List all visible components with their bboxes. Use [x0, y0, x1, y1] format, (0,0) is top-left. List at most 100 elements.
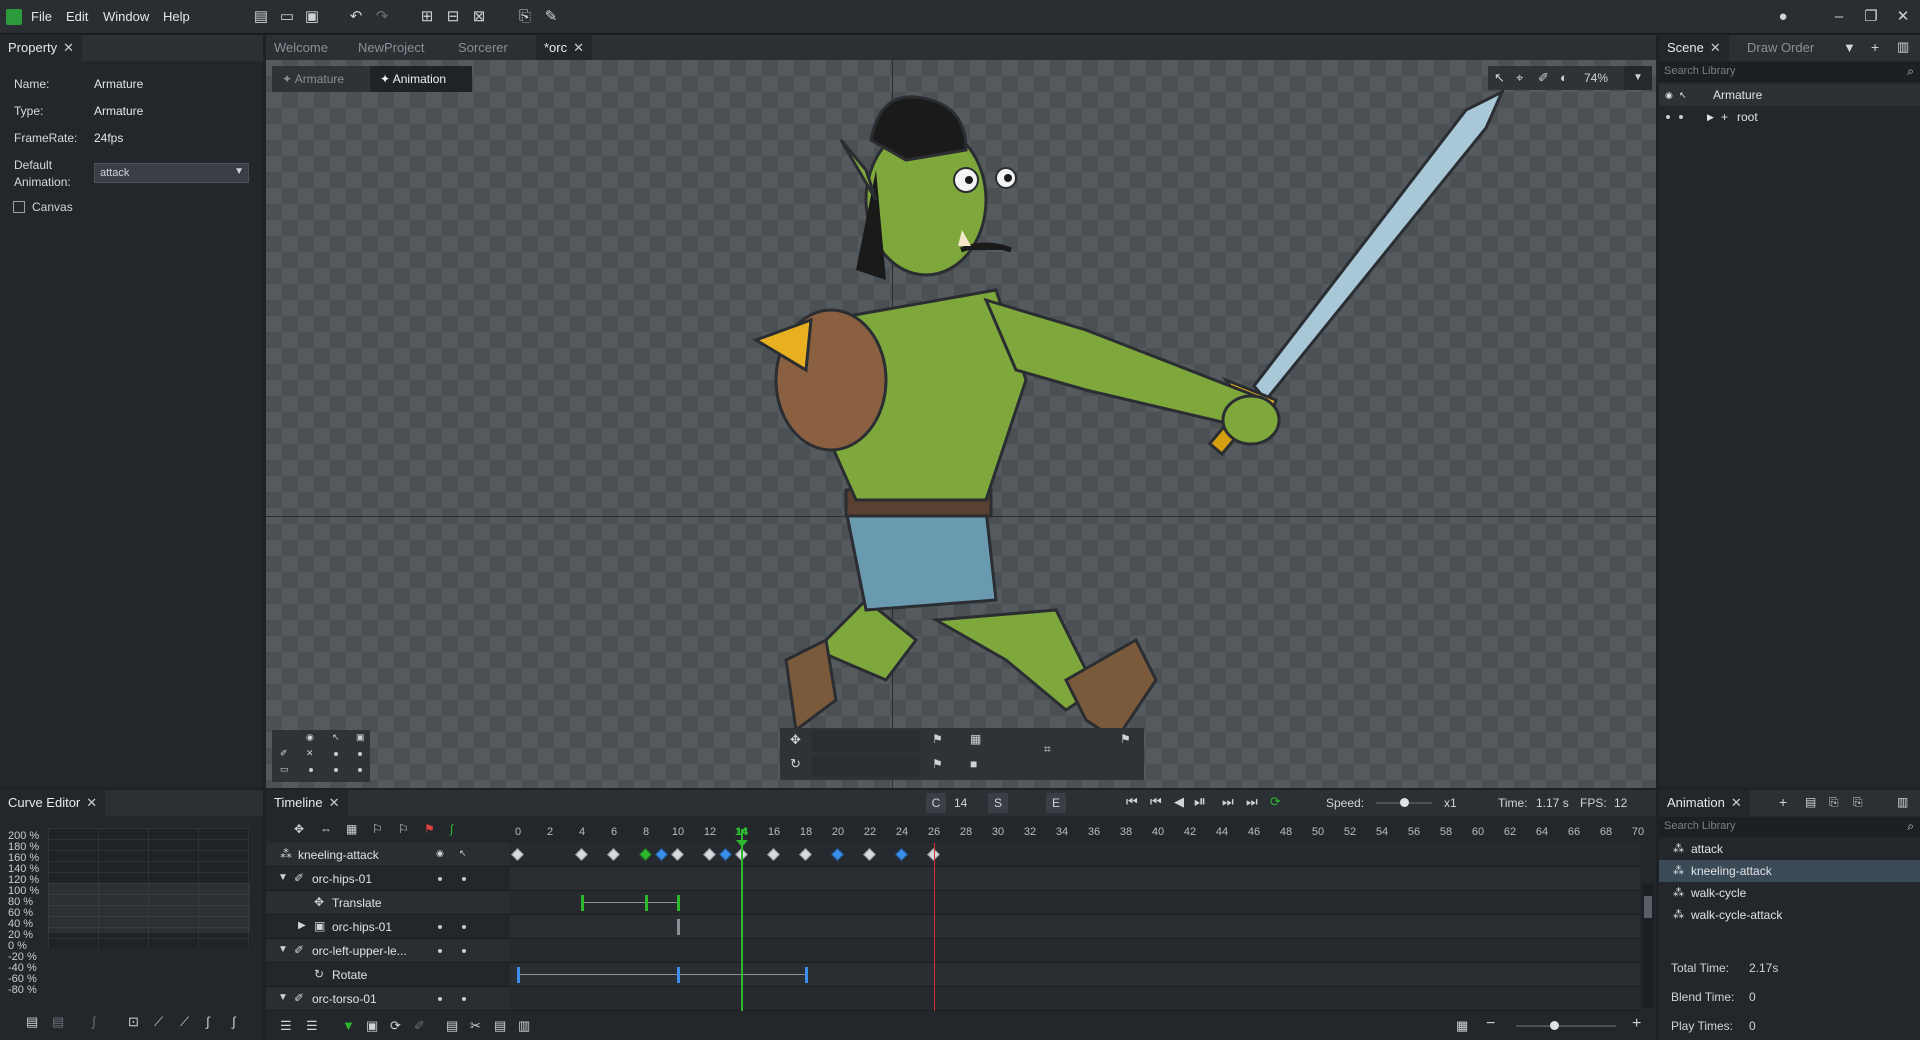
- tree-item-root[interactable]: ▶ + root: [1659, 106, 1920, 128]
- move-icon[interactable]: ✥: [790, 732, 801, 748]
- stage-viewport[interactable]: ✦ Armature ✦ Animation ↖ ⌖ ✐ ◐ 74% ▼ ◉ ↖…: [266, 60, 1656, 788]
- animation-list-item[interactable]: ⁂ walk-cycle: [1659, 882, 1920, 904]
- track-header[interactable]: ↻ Rotate: [266, 963, 510, 987]
- paste-curve-icon[interactable]: ▤: [52, 1014, 64, 1030]
- lock-icon[interactable]: ▣: [366, 1018, 378, 1034]
- ruler-icon[interactable]: ▦: [1456, 1018, 1468, 1034]
- toggle-dot[interactable]: [1666, 115, 1670, 119]
- canvas-checkbox[interactable]: [13, 201, 25, 213]
- toggle-dot[interactable]: [438, 949, 442, 953]
- next-key-icon[interactable]: ⚐: [398, 822, 409, 836]
- trash-icon[interactable]: ▥: [518, 1018, 530, 1034]
- toggle-dot[interactable]: [462, 925, 466, 929]
- animation-list-item[interactable]: ⁂ attack: [1659, 838, 1920, 860]
- animation-mode-button[interactable]: ✦ Animation: [370, 66, 472, 92]
- loop-icon[interactable]: ⟳: [1270, 794, 1281, 810]
- export-animation-icon[interactable]: ⎘: [1853, 795, 1863, 810]
- rotate-icon[interactable]: ↻: [790, 756, 801, 772]
- close-icon[interactable]: ✕: [329, 795, 340, 810]
- bone-tool-icon[interactable]: ✐: [414, 1018, 425, 1034]
- first-frame-icon[interactable]: ⏮: [1126, 794, 1138, 810]
- expand-arrow-icon[interactable]: ▼: [278, 944, 288, 955]
- playhead-line[interactable]: [741, 829, 743, 1011]
- cursor-icon[interactable]: ↖: [459, 848, 467, 859]
- speed-slider-knob[interactable]: [1400, 798, 1409, 807]
- delete-key-icon[interactable]: ⚑: [424, 822, 435, 836]
- keyframe-marker[interactable]: [805, 967, 808, 983]
- ease-in-out-icon[interactable]: ∫: [206, 1014, 210, 1029]
- ease-in-icon[interactable]: ⟋: [154, 1014, 163, 1030]
- last-frame-icon[interactable]: ⏭: [1246, 794, 1258, 810]
- save-icon[interactable]: ▣: [303, 8, 321, 26]
- toggle-dot[interactable]: [438, 925, 442, 929]
- track-header[interactable]: ▼ ✐ orc-left-upper-le...: [266, 939, 510, 963]
- toggle-dot[interactable]: [462, 949, 466, 953]
- duplicate-animation-icon[interactable]: ▤: [1805, 795, 1816, 809]
- expand-arrow-icon[interactable]: ▶: [1707, 106, 1714, 128]
- cut-icon[interactable]: ✂: [470, 1018, 481, 1034]
- scene-search-input[interactable]: Search Library ⌕: [1659, 62, 1920, 82]
- end-marker-line[interactable]: [934, 843, 935, 1011]
- zoom-fit-icon[interactable]: ⇔: [320, 822, 332, 836]
- keyframe-marker[interactable]: [645, 895, 648, 911]
- expand-arrow-icon[interactable]: ▶: [298, 920, 306, 931]
- prev-keyframe-icon[interactable]: ⏮: [1150, 794, 1162, 810]
- close-icon[interactable]: ✕: [86, 795, 97, 810]
- tab-animation[interactable]: Animation ✕: [1659, 790, 1750, 816]
- start-frame-s-button[interactable]: S: [988, 793, 1008, 813]
- scale-lock-icon[interactable]: ⌗: [1044, 742, 1051, 757]
- close-icon[interactable]: ✕: [1731, 795, 1742, 810]
- sync-icon[interactable]: ⟳: [390, 1018, 401, 1034]
- close-window-icon[interactable]: ✕: [1894, 8, 1912, 26]
- tab-timeline[interactable]: Timeline ✕: [266, 790, 348, 816]
- animation-list-item[interactable]: ⁂ kneeling-attack: [1659, 860, 1920, 882]
- import-folder-icon[interactable]: ⊟: [444, 8, 462, 26]
- close-icon[interactable]: ✕: [573, 40, 584, 55]
- track-header[interactable]: ▶ ▣ orc-hips-01: [266, 915, 510, 939]
- new-file-icon[interactable]: ▤: [252, 8, 270, 26]
- blend-time-value[interactable]: 0: [1749, 990, 1756, 1004]
- publish-icon[interactable]: ⎘: [516, 8, 534, 26]
- flag-icon[interactable]: ⚑: [932, 757, 943, 771]
- current-frame-c-button[interactable]: C: [926, 793, 946, 813]
- menu-file[interactable]: File: [31, 9, 52, 24]
- toggle-dot[interactable]: [438, 997, 442, 1001]
- playhead-handle[interactable]: [736, 840, 748, 847]
- timeline-zoom-knob[interactable]: [1550, 1021, 1559, 1030]
- cursor-icon[interactable]: ↖: [1679, 84, 1687, 106]
- keyframe-marker[interactable]: [677, 919, 680, 935]
- user-icon[interactable]: ●: [1774, 8, 1792, 26]
- trash-icon[interactable]: ▥: [1897, 39, 1909, 55]
- track-lane[interactable]: [510, 939, 1640, 963]
- toggle-dot[interactable]: [358, 768, 362, 772]
- tab-orc[interactable]: *orc ✕: [536, 35, 593, 61]
- keyframe-marker[interactable]: [677, 895, 680, 911]
- stop-icon[interactable]: ■: [970, 757, 977, 771]
- zoom-out-icon[interactable]: −: [1486, 1015, 1495, 1033]
- paste-icon[interactable]: ▤: [494, 1018, 506, 1034]
- prev-key-icon[interactable]: ⚐: [372, 822, 383, 836]
- toggle-dot[interactable]: [309, 768, 313, 772]
- redo-icon[interactable]: ↷: [373, 8, 391, 26]
- keyframe-icon[interactable]: ▦: [346, 822, 357, 836]
- expand-arrow-icon[interactable]: ▼: [278, 992, 288, 1003]
- menu-help[interactable]: Help: [163, 9, 190, 24]
- import-icon[interactable]: ⊞: [418, 8, 436, 26]
- menu-edit[interactable]: Edit: [66, 9, 88, 24]
- tab-property[interactable]: Property ✕: [0, 35, 83, 61]
- add-animation-icon[interactable]: +: [1779, 794, 1787, 810]
- calculator-icon[interactable]: ▦: [970, 732, 981, 746]
- tab-sorcerer[interactable]: Sorcerer: [450, 35, 516, 61]
- ease-out-icon[interactable]: ⟋: [180, 1014, 189, 1030]
- filter-icon[interactable]: ▼: [1843, 40, 1856, 55]
- toggle-icon[interactable]: ✕: [306, 748, 314, 759]
- tab-newproject[interactable]: NewProject: [350, 35, 432, 61]
- armature-mode-button[interactable]: ✦ Armature: [272, 66, 370, 92]
- toggle-dot[interactable]: [334, 768, 338, 772]
- track-lane[interactable]: [510, 987, 1640, 1011]
- export-folder-icon[interactable]: ⊠: [470, 8, 488, 26]
- tree-item-armature[interactable]: ◉ ↖ Armature: [1659, 84, 1920, 106]
- track-lane[interactable]: [510, 867, 1640, 891]
- next-frame-icon[interactable]: ⏭: [1222, 794, 1234, 810]
- close-icon[interactable]: ✕: [63, 40, 74, 55]
